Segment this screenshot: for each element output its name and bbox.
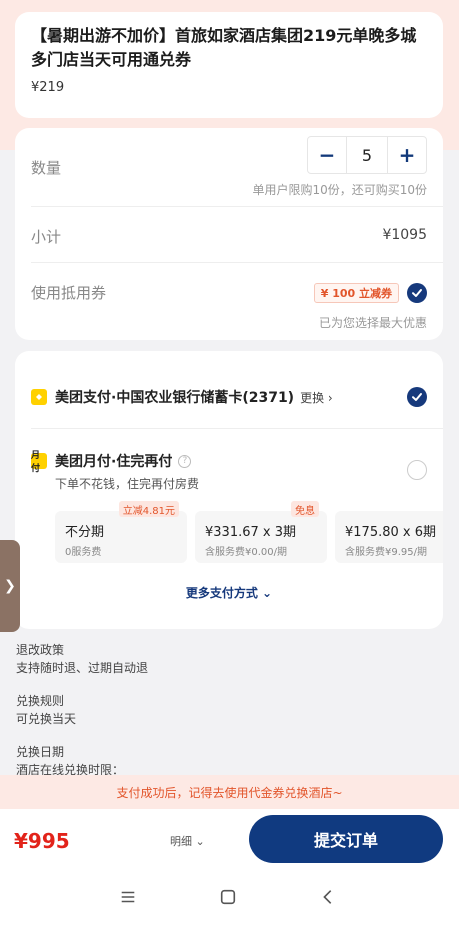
coupon-label[interactable]: 使用抵用券 <box>31 282 106 303</box>
coupon-tag[interactable]: ¥ 100 立减券 <box>313 283 399 303</box>
best-discount-note: 已为您选择最大优惠 <box>318 316 427 330</box>
coupon-check-icon[interactable] <box>407 283 427 303</box>
side-expand-tab[interactable]: ❯ <box>0 540 20 632</box>
installment-plan[interactable]: ¥175.80 x 6期 含服务费¥9.95/期 <box>335 511 443 563</box>
plan-fee: 含服务费¥9.95/期 <box>345 547 427 558</box>
increase-button[interactable]: + <box>388 137 426 173</box>
total-price: ¥995 <box>14 829 70 853</box>
payment-option-meituan-pay[interactable]: 美团支付·中国农业银行储蓄卡(2371) 更换 › <box>31 387 333 407</box>
back-icon[interactable] <box>316 885 340 909</box>
system-nav-bar <box>0 871 459 925</box>
refund-policy: 退改政策 支持随时退、过期自动退 <box>16 641 148 677</box>
monthly-pay-icon: 月付 <box>31 451 47 474</box>
quantity-stepper[interactable]: − 5 + <box>307 136 427 174</box>
plan-fee: 0服务费 <box>65 547 102 558</box>
plan-badge: 免息 <box>291 501 319 517</box>
order-card: 数量 − 5 + 单用户限购10份，还可购买10份 小计 ¥1095 使用抵用券… <box>15 128 443 340</box>
installment-plans: 立减4.81元 不分期 0服务费 免息 ¥331.67 x 3期 含服务费¥0.… <box>55 501 443 563</box>
divider <box>31 428 443 429</box>
payment-option-label: 美团月付·住完再付 <box>55 454 173 470</box>
payment-selected-check-icon[interactable] <box>407 387 427 407</box>
policy-text: 可兑换当天 <box>16 712 77 726</box>
plan-amount: ¥331.67 x 3期 <box>205 525 296 540</box>
installment-plan[interactable]: 免息 ¥331.67 x 3期 含服务费¥0.00/期 <box>195 501 327 563</box>
help-icon[interactable]: ? <box>178 454 192 468</box>
meituan-pay-icon <box>31 389 47 405</box>
policy-text: 支持随时退、过期自动退 <box>16 661 149 675</box>
policy-title: 兑换日期 <box>16 745 65 759</box>
quantity-label: 数量 <box>31 159 62 177</box>
reminder-banner: 支付成功后，记得去使用代金券兑换酒店~ <box>0 775 459 809</box>
change-card-link[interactable]: 更换 › <box>300 389 333 406</box>
plan-amount: ¥175.80 x 6期 <box>345 525 436 540</box>
payment-card: 美团支付·中国农业银行储蓄卡(2371) 更换 › 月付 美团月付·住完再付 ?… <box>15 351 443 629</box>
subtotal-value: ¥1095 <box>382 227 427 243</box>
price-detail-button[interactable]: 明细 ⌄ <box>170 833 205 849</box>
divider <box>31 262 443 263</box>
monthly-pay-subtitle: 下单不花钱，住完再付房费 <box>55 477 200 491</box>
plan-badge: 立减4.81元 <box>118 501 179 517</box>
divider <box>31 206 443 207</box>
checkout-bar: ¥995 明细 ⌄ 提交订单 <box>0 809 459 871</box>
plan-amount: 不分期 <box>65 525 105 540</box>
payment-option-label: 美团支付·中国农业银行储蓄卡(2371) <box>55 390 295 406</box>
home-icon[interactable] <box>216 885 240 909</box>
monthly-pay-radio[interactable] <box>407 460 427 480</box>
purchase-limit-note: 单用户限购10份，还可购买10份 <box>252 183 427 197</box>
policy-title: 兑换规则 <box>16 694 65 708</box>
submit-order-button[interactable]: 提交订单 <box>249 815 443 863</box>
subtotal-label: 小计 <box>31 228 62 246</box>
policy-title: 退改政策 <box>16 643 65 657</box>
plan-fee: 含服务费¥0.00/期 <box>205 547 287 558</box>
exchange-date: 兑换日期 酒店在线兑换时限： <box>16 743 124 779</box>
product-card: 【暑期出游不加价】首旅如家酒店集团219元单晚多城多门店当天可用通兑券 ¥219 <box>15 12 443 118</box>
quantity-value[interactable]: 5 <box>346 137 388 173</box>
payment-option-monthly-pay[interactable]: 月付 美团月付·住完再付 ? <box>31 451 192 474</box>
installment-plan[interactable]: 立减4.81元 不分期 0服务费 <box>55 501 187 563</box>
more-payment-methods-button[interactable]: 更多支付方式 ⌄ <box>15 584 443 601</box>
decrease-button[interactable]: − <box>308 137 346 173</box>
exchange-rules: 兑换规则 可兑换当天 <box>16 692 76 728</box>
product-price: ¥219 <box>31 80 65 95</box>
menu-icon[interactable] <box>116 885 140 909</box>
product-title: 【暑期出游不加价】首旅如家酒店集团219元单晚多城多门店当天可用通兑券 <box>31 26 417 69</box>
